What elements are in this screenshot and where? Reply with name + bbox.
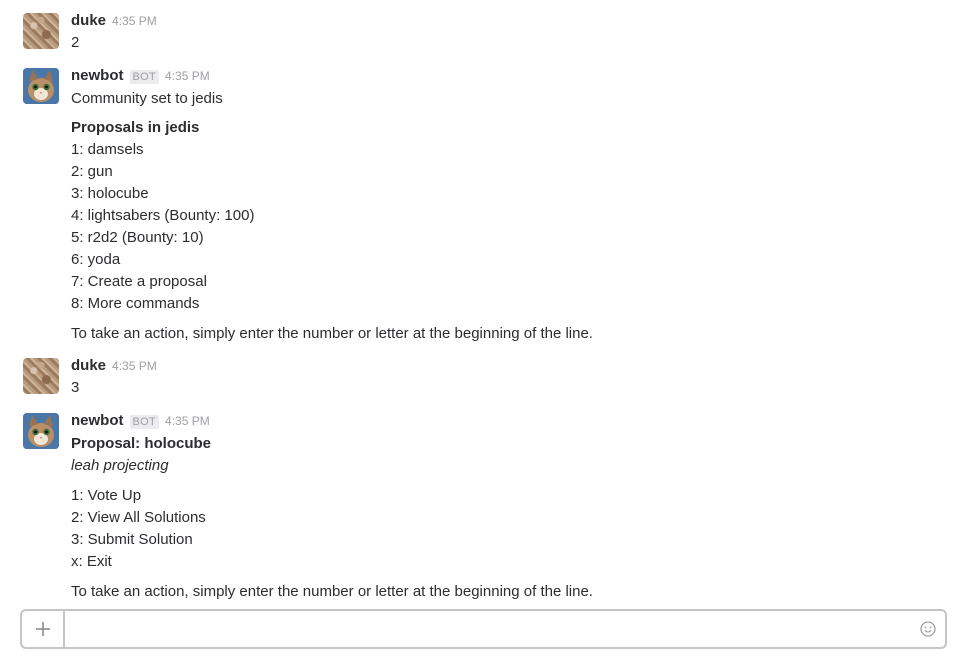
bot-badge: BOT xyxy=(129,415,160,429)
message-text: 2 xyxy=(71,34,80,51)
list-item: 6: yoda xyxy=(71,251,121,268)
bot-badge: BOT xyxy=(129,70,160,84)
attach-button[interactable] xyxy=(22,611,65,647)
proposal-description: leah projecting xyxy=(71,457,169,474)
message-timestamp[interactable]: 4:35 PM xyxy=(112,14,157,28)
list-item: 3: holocube xyxy=(71,185,149,202)
message-text: Community set to jedis xyxy=(71,90,223,107)
list-item: 4: lightsabers (Bounty: 100) xyxy=(71,207,255,224)
list-item: 3: Submit Solution xyxy=(71,531,193,548)
message-timestamp[interactable]: 4:35 PM xyxy=(165,414,210,428)
avatar[interactable] xyxy=(23,358,59,394)
message-input[interactable] xyxy=(66,613,910,647)
message-timestamp[interactable]: 4:35 PM xyxy=(165,69,210,83)
message-text: 3 xyxy=(71,379,80,396)
message-author[interactable]: newbot xyxy=(71,412,124,429)
plus-icon xyxy=(35,622,50,636)
list-item: 5: r2d2 (Bounty: 10) xyxy=(71,229,204,246)
message-footer: To take an action, simply enter the numb… xyxy=(71,583,593,600)
list-item: 1: Vote Up xyxy=(71,487,142,504)
message-author[interactable]: duke xyxy=(71,357,106,374)
avatar[interactable] xyxy=(23,413,59,449)
message-timestamp[interactable]: 4:35 PM xyxy=(112,359,157,373)
list-item: 2: gun xyxy=(71,163,113,180)
list-item: 7: Create a proposal xyxy=(71,273,207,290)
list-item: 1: damsels xyxy=(71,141,144,158)
list-item: 2: View All Solutions xyxy=(71,509,206,526)
list-item: 8: More commands xyxy=(71,295,200,312)
emoji-icon[interactable] xyxy=(920,621,936,637)
message-author[interactable]: newbot xyxy=(71,67,124,84)
cat-avatar-icon xyxy=(23,68,59,104)
list-item: x: Exit xyxy=(71,553,112,570)
message-composer xyxy=(20,609,947,649)
cat-avatar-icon xyxy=(23,413,59,449)
proposal-title: Proposal: holocube xyxy=(71,435,212,452)
proposal-list-heading: Proposals in jedis xyxy=(71,119,200,136)
avatar[interactable] xyxy=(23,13,59,49)
avatar[interactable] xyxy=(23,68,59,104)
message-footer: To take an action, simply enter the numb… xyxy=(71,325,593,342)
message-author[interactable]: duke xyxy=(71,12,106,29)
